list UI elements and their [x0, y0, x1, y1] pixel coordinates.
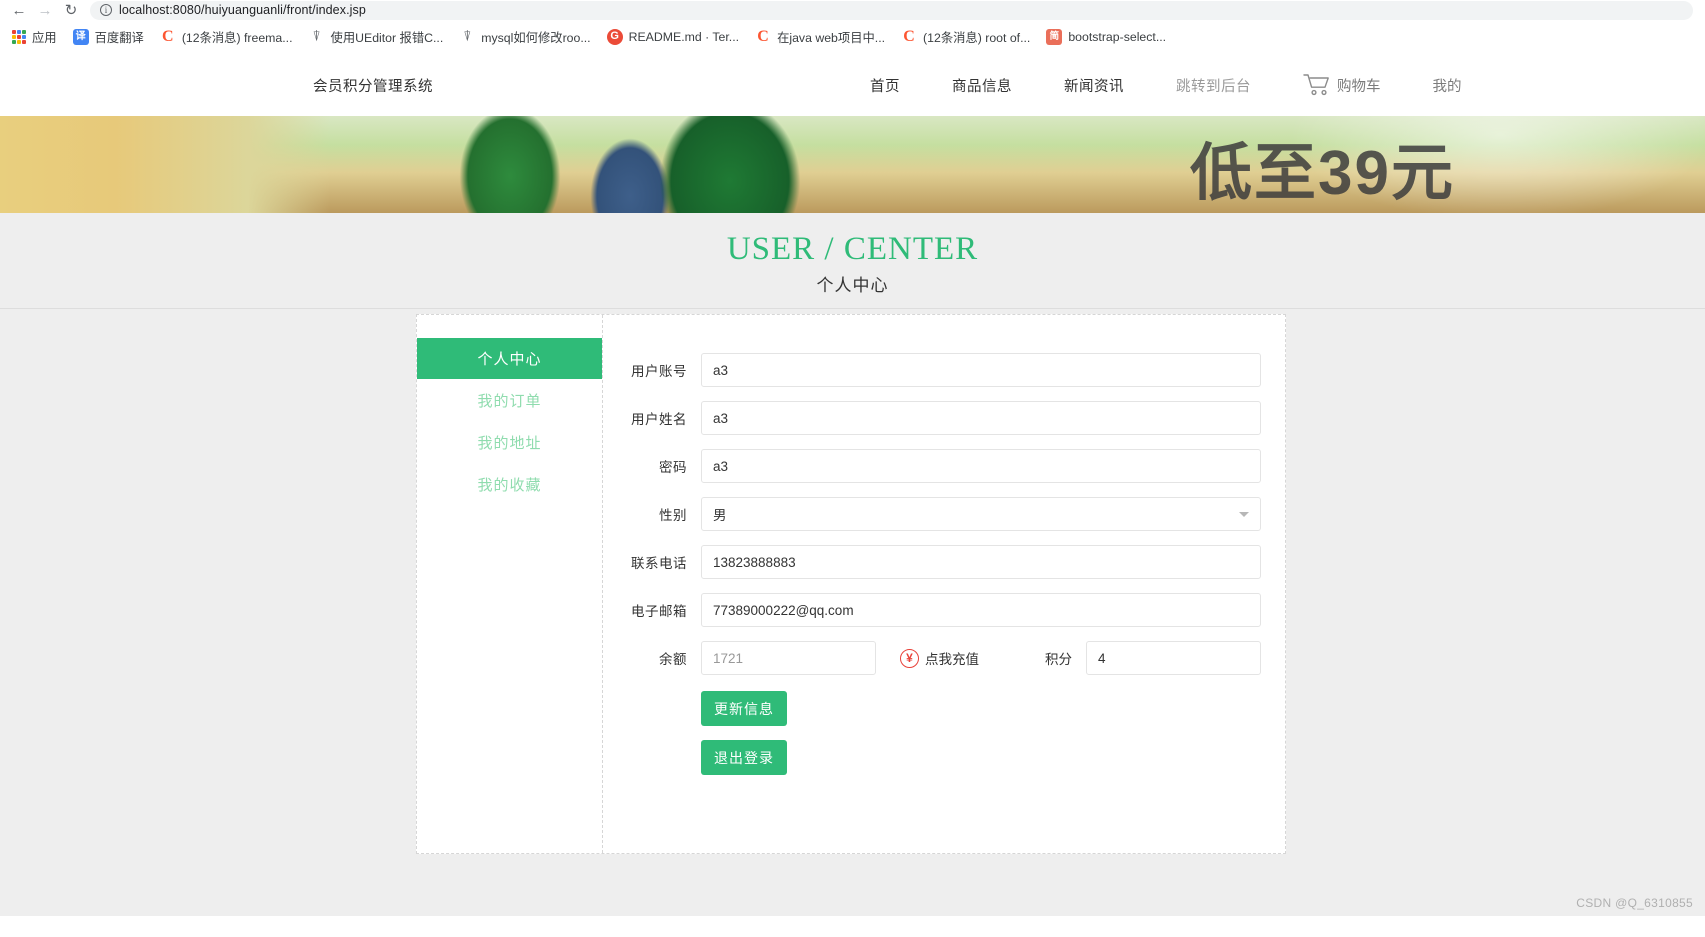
reload-icon[interactable]: ↻ — [58, 1, 84, 19]
points-input: 4 — [1086, 641, 1261, 676]
mysql-dolphin-icon: ⍒ — [463, 28, 472, 44]
account-input[interactable]: a3 — [701, 353, 1261, 388]
bookmark-label: README.md · Ter... — [628, 29, 740, 44]
jianshu-icon: 简 — [1046, 28, 1063, 45]
site-header: 会员积分管理系统 首页 商品信息 新闻资讯 跳转到后台 购物车 我的 — [0, 54, 1705, 116]
bookmark-baidu-translate[interactable]: 译 百度翻译 — [65, 24, 152, 50]
info-circle-icon[interactable]: i — [100, 4, 112, 16]
nav-item-home[interactable]: 首页 — [870, 75, 900, 96]
page-title-en: USER / CENTER — [726, 231, 979, 267]
page-title-block: USER / CENTER 个人中心 — [0, 213, 1705, 310]
forward-arrow-icon[interactable]: → — [32, 1, 58, 19]
form-row-email: 电子邮箱 77389000222@qq.com — [625, 593, 1261, 628]
phone-input[interactable]: 13823888883 — [701, 545, 1261, 580]
update-info-button[interactable]: 更新信息 — [701, 691, 787, 727]
site-brand[interactable]: 会员积分管理系统 — [313, 75, 433, 96]
label-username: 用户姓名 — [631, 412, 687, 428]
bookmark-mysql-root[interactable]: ⍒ mysql如何修改roo... — [451, 24, 598, 50]
bookmark-label: 使用UEditor 报错C... — [330, 30, 444, 45]
mysql-dolphin-icon: ⍒ — [312, 28, 321, 44]
bookmark-label: 应用 — [32, 30, 57, 45]
page-body: 个人中心 我的订单 我的地址 我的收藏 用户账号 a3 用户姓名 a3 密码 a… — [0, 309, 1705, 917]
nav-cart-label: 购物车 — [1337, 78, 1381, 95]
nav-item-mine[interactable]: 我的 — [1433, 75, 1462, 96]
nav-item-admin[interactable]: 跳转到后台 — [1176, 75, 1251, 96]
bookmark-label: 百度翻译 — [94, 30, 144, 45]
label-points: 积分 — [1045, 652, 1072, 668]
nav-item-products[interactable]: 商品信息 — [952, 75, 1012, 96]
gender-select[interactable]: 男 — [701, 497, 1261, 532]
csdn-icon: C — [755, 28, 772, 45]
yen-circle-icon: ¥ — [900, 648, 919, 668]
label-email: 电子邮箱 — [631, 604, 687, 620]
gitee-icon: G — [606, 28, 623, 45]
username-input[interactable]: a3 — [701, 401, 1261, 436]
form-row-wallet: 余额 1721 ¥ 点我充值 积分 4 — [625, 641, 1261, 676]
recharge-label: 点我充值 — [925, 652, 979, 668]
back-arrow-icon[interactable]: ← — [6, 1, 32, 19]
browser-chrome: ← → ↻ i localhost:8080/huiyuanguanli/fro… — [0, 0, 1705, 54]
chevron-down-icon — [1239, 511, 1249, 517]
bookmark-label: (12条消息) freema... — [181, 30, 293, 45]
form-actions: 更新信息 退出登录 — [701, 691, 1261, 776]
address-bar-url: localhost:8080/huiyuanguanli/front/index… — [119, 3, 366, 17]
sidebar-item-my-address[interactable]: 我的地址 — [417, 422, 602, 463]
sidebar-item-user-center[interactable]: 个人中心 — [417, 338, 602, 380]
email-input[interactable]: 77389000222@qq.com — [701, 593, 1261, 628]
bookmark-csdn-freemarker[interactable]: C (12条消息) freema... — [152, 24, 301, 50]
csdn-icon: C — [901, 28, 918, 45]
form-row-password: 密码 a3 — [625, 449, 1261, 484]
form-row-gender: 性别 男 — [625, 497, 1261, 532]
banner-models-photo — [330, 116, 930, 213]
bookmark-apps[interactable]: 应用 — [8, 24, 65, 50]
balance-input: 1721 — [701, 641, 876, 676]
label-balance: 余额 — [659, 652, 687, 668]
label-gender: 性别 — [659, 508, 687, 524]
bookmark-label: (12条消息) root of... — [923, 30, 1031, 45]
bookmark-readme[interactable]: G README.md · Ter... — [599, 24, 747, 50]
nav-item-news[interactable]: 新闻资讯 — [1064, 75, 1124, 96]
apps-grid-icon — [12, 29, 26, 44]
gender-select-value: 男 — [713, 508, 727, 524]
recharge-link[interactable]: ¥ 点我充值 — [900, 648, 979, 668]
label-account: 用户账号 — [631, 364, 687, 380]
bookmark-ueditor[interactable]: ⍒ 使用UEditor 报错C... — [301, 24, 452, 50]
bookmark-javaweb[interactable]: C 在java web项目中... — [747, 24, 893, 50]
promo-banner: 低至39元 — [0, 116, 1705, 213]
side-menu: 个人中心 我的订单 我的地址 我的收藏 — [417, 315, 603, 854]
shopping-cart-icon — [1303, 73, 1331, 97]
banner-headline: 低至39元 — [1190, 139, 1455, 208]
form-row-username: 用户姓名 a3 — [625, 401, 1261, 436]
form-row-account: 用户账号 a3 — [625, 353, 1261, 388]
bookmark-bootstrap-select[interactable]: 简 bootstrap-select... — [1038, 24, 1174, 50]
bookmark-label: 在java web项目中... — [777, 30, 886, 45]
bookmark-label: bootstrap-select... — [1068, 29, 1167, 44]
watermark: CSDN @Q_6310855 — [1576, 896, 1693, 911]
main-nav: 首页 商品信息 新闻资讯 跳转到后台 购物车 我的 — [870, 73, 1462, 97]
label-phone: 联系电话 — [631, 556, 687, 572]
label-password: 密码 — [659, 460, 687, 476]
csdn-icon: C — [159, 28, 176, 45]
page-title-cn: 个人中心 — [816, 276, 889, 296]
user-center-card: 个人中心 我的订单 我的地址 我的收藏 用户账号 a3 用户姓名 a3 密码 a… — [416, 314, 1286, 855]
profile-form: 用户账号 a3 用户姓名 a3 密码 a3 性别 男 联系电话 13823888… — [603, 315, 1285, 853]
bookmarks-bar: 应用 译 百度翻译 C (12条消息) freema... ⍒ 使用UEdito… — [0, 20, 1705, 54]
site-root: 会员积分管理系统 首页 商品信息 新闻资讯 跳转到后台 购物车 我的 低至39元… — [0, 54, 1705, 917]
sidebar-item-my-orders[interactable]: 我的订单 — [417, 380, 602, 421]
password-input[interactable]: a3 — [701, 449, 1261, 484]
translate-icon: 译 — [72, 28, 89, 45]
omnibar-row: ← → ↻ i localhost:8080/huiyuanguanli/fro… — [0, 0, 1705, 20]
form-row-phone: 联系电话 13823888883 — [625, 545, 1261, 580]
nav-item-cart[interactable]: 购物车 — [1303, 73, 1381, 97]
address-bar[interactable]: i localhost:8080/huiyuanguanli/front/ind… — [90, 0, 1693, 20]
logout-button[interactable]: 退出登录 — [701, 740, 787, 776]
bookmark-csdn-root[interactable]: C (12条消息) root of... — [893, 24, 1038, 50]
bookmark-label: mysql如何修改roo... — [481, 30, 591, 45]
sidebar-item-my-favorites[interactable]: 我的收藏 — [417, 464, 602, 505]
banner-left-gradient — [0, 116, 330, 213]
